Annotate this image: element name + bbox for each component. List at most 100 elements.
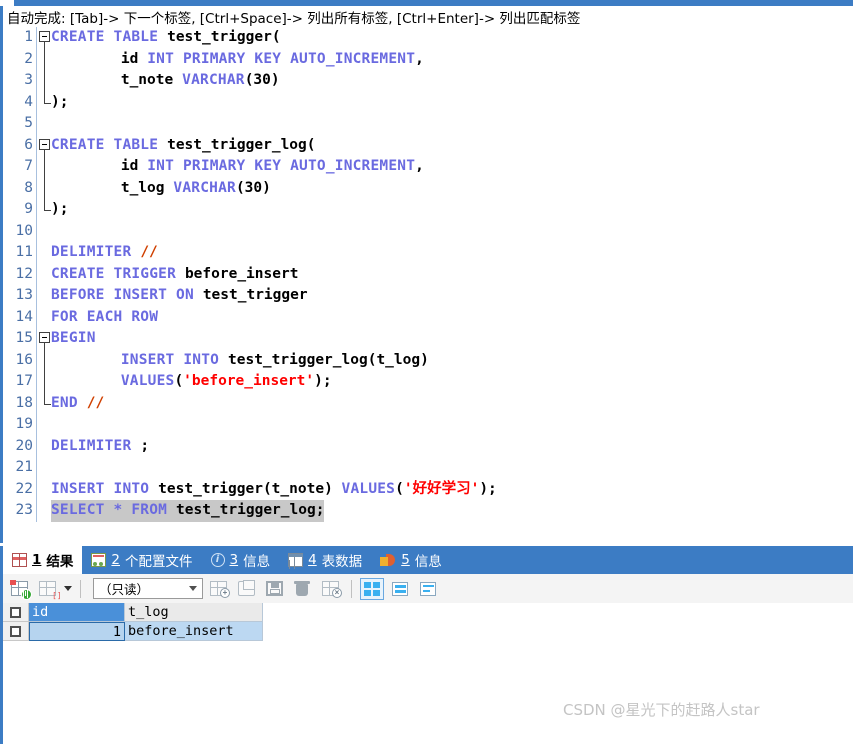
code-line[interactable]: 7 id INT PRIMARY KEY AUTO_INCREMENT,: [3, 156, 853, 178]
code-line[interactable]: 2 id INT PRIMARY KEY AUTO_INCREMENT,: [3, 48, 853, 71]
code-line[interactable]: 6 CREATE TABLE test_trigger_log(: [3, 134, 853, 157]
code-line-text: DELIMITER ;: [51, 436, 149, 458]
code-line[interactable]: 16 INSERT INTO test_trigger_log(t_log): [3, 349, 853, 371]
select-all-cell[interactable]: [3, 603, 29, 622]
results-tab-3[interactable]: i 3 信息: [202, 546, 280, 574]
code-line[interactable]: 14 FOR EACH ROW: [3, 306, 853, 329]
code-line[interactable]: 10: [3, 220, 853, 242]
save-record-icon[interactable]: [263, 578, 287, 600]
line-number: 8: [24, 179, 33, 196]
code-line-text: FOR EACH ROW: [51, 307, 158, 329]
line-number: 17: [15, 373, 33, 389]
code-line-text: id INT PRIMARY KEY AUTO_INCREMENT,: [51, 156, 424, 178]
code-line[interactable]: 15 BEGIN: [3, 328, 853, 350]
text-view-icon[interactable]: [416, 578, 440, 600]
results-tab-bar[interactable]: 1 结果 2 个配置文件 i 3 信息 4 表数据 5 信息: [0, 546, 853, 574]
code-line[interactable]: 12 CREATE TRIGGER before_insert: [3, 263, 853, 286]
form-view-icon[interactable]: [388, 578, 412, 600]
code-token-id: test_trigger_log: [176, 502, 316, 518]
row-checkbox[interactable]: [10, 625, 21, 637]
code-line[interactable]: 22 INSERT INTO test_trigger(t_note) VALUE…: [3, 478, 853, 500]
code-line[interactable]: 21: [3, 457, 853, 479]
new-record-icon[interactable]: +: [207, 578, 231, 600]
info-circle-icon: i: [210, 553, 225, 567]
code-line-text: BEGIN: [51, 328, 96, 350]
code-line[interactable]: 11 DELIMITER //: [3, 242, 853, 264]
code-token-kw: BEFORE INSERT ON: [51, 287, 203, 303]
code-line[interactable]: 1 CREATE TABLE test_trigger(: [3, 27, 853, 49]
line-number: 12: [15, 265, 33, 282]
grid-column-header[interactable]: id: [29, 603, 125, 622]
line-number: 2: [24, 50, 33, 67]
code-token-kw: END: [51, 394, 87, 411]
results-tab-4[interactable]: 4 表数据: [279, 546, 371, 574]
code-token-kw: VALUES: [120, 373, 175, 389]
add-record-icon[interactable]: [8, 578, 32, 600]
code-line[interactable]: 18 END //: [3, 392, 853, 415]
grid-cell-t-log[interactable]: before_insert: [125, 622, 263, 641]
code-line[interactable]: 9);: [3, 199, 853, 221]
code-token-pun: ): [324, 480, 342, 497]
grid-toolbar[interactable]: [] （只读） + ×: [0, 574, 853, 603]
code-line-text: id INT PRIMARY KEY AUTO_INCREMENT,: [51, 49, 424, 71]
code-token-kw: INT PRIMARY KEY AUTO_INCREMENT: [138, 158, 416, 174]
code-line[interactable]: 3 t_note VARCHAR(30): [3, 70, 853, 92]
code-token-kw: SELECT * FROM: [51, 502, 177, 518]
delete-record-icon[interactable]: []: [36, 578, 62, 600]
code-line[interactable]: 4);: [3, 91, 853, 114]
sql-code-area[interactable]: 1 CREATE TABLE test_trigger(2 id INT PRIM…: [3, 27, 853, 543]
code-line-text: CREATE TRIGGER before_insert: [51, 264, 298, 286]
record-mode-select[interactable]: （只读）: [93, 578, 203, 599]
sql-editor-panel[interactable]: 自动完成: [Tab]-> 下一个标签, [Ctrl+Space]-> 列出所有…: [0, 6, 853, 543]
code-line[interactable]: 19: [3, 414, 853, 436]
cancel-record-icon[interactable]: ×: [319, 578, 343, 600]
gutter-divider: [36, 457, 37, 479]
code-line-text: END //: [51, 393, 104, 415]
code-token-pun: );: [51, 93, 69, 110]
code-line[interactable]: 5: [3, 113, 853, 135]
fold-collapse-icon[interactable]: [39, 31, 50, 42]
code-token-kw: CREATE TRIGGER: [51, 265, 185, 282]
delete-row-icon[interactable]: [291, 578, 315, 600]
grid-column-header[interactable]: t_log: [125, 603, 263, 622]
code-line-text: CREATE TABLE test_trigger_log(: [51, 135, 316, 157]
fold-end-marker: [44, 91, 51, 104]
code-line[interactable]: 23 SELECT * FROM test_trigger_log;: [3, 500, 853, 522]
grid-cell-id[interactable]: 1: [29, 622, 125, 641]
gutter-divider: [36, 349, 37, 371]
code-line[interactable]: 8 t_log VARCHAR(30): [3, 177, 853, 199]
gutter-divider: [36, 392, 37, 414]
code-token-pun: [51, 51, 121, 67]
select-all-checkbox[interactable]: [10, 606, 21, 618]
results-tab-1[interactable]: 1 结果: [3, 546, 83, 574]
code-token-pun: [51, 72, 121, 88]
result-data-grid[interactable]: id t_log 1 before_insert: [0, 603, 853, 744]
code-line-text: );: [51, 92, 68, 114]
results-tab-2[interactable]: 2 个配置文件: [82, 546, 201, 574]
row-select-cell[interactable]: [3, 622, 29, 641]
code-token-pun: [51, 352, 121, 368]
code-line[interactable]: 20 DELIMITER ;: [3, 435, 853, 458]
result-grid-icon: [12, 553, 27, 567]
fold-collapse-icon[interactable]: [39, 332, 50, 343]
gutter-divider: [36, 199, 37, 221]
code-token-kw: INSERT INTO: [51, 480, 159, 497]
code-token-kw: DELIMITER: [51, 437, 141, 454]
line-number: 20: [15, 437, 33, 454]
results-tab-5[interactable]: 5 信息: [371, 546, 451, 574]
gutter-divider: [36, 91, 37, 113]
table-row[interactable]: 1 before_insert: [3, 622, 853, 641]
gutter-divider: [36, 500, 37, 522]
code-token-pun: (30): [235, 179, 271, 196]
grid-view-icon[interactable]: [360, 577, 384, 600]
chevron-down-icon[interactable]: [64, 586, 72, 591]
code-token-id: t_log: [120, 179, 165, 196]
fold-line: [44, 48, 45, 70]
fold-collapse-icon[interactable]: [39, 138, 50, 150]
code-line[interactable]: 17 VALUES('before_insert');: [3, 371, 853, 393]
line-number: 4: [24, 93, 33, 110]
import-record-icon[interactable]: [235, 578, 259, 600]
results-tab-label: 个配置文件: [125, 554, 193, 570]
code-line[interactable]: 13 BEFORE INSERT ON test_trigger: [3, 285, 853, 307]
code-line-text: t_note VARCHAR(30): [51, 70, 280, 92]
